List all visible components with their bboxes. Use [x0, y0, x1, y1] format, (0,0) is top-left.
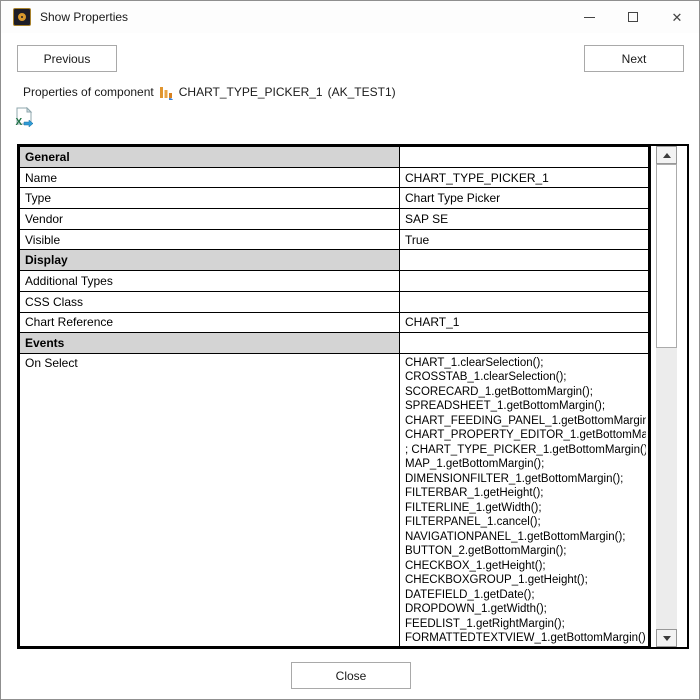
- property-value: CHART_TYPE_PICKER_1: [400, 167, 649, 188]
- header-component-name: CHART_TYPE_PICKER_1: [179, 85, 323, 99]
- code-line: SCORECARD_1.getBottomMargin();: [405, 385, 646, 400]
- header-prefix: Properties of component: [23, 85, 154, 99]
- maximize-button[interactable]: [611, 1, 655, 33]
- property-value: CHART_1: [400, 312, 649, 333]
- next-button[interactable]: Next: [584, 45, 684, 72]
- property-label: Chart Reference: [20, 312, 400, 333]
- code-line: BUTTON_2.getBottomMargin();: [405, 544, 646, 559]
- window-controls: ✕: [567, 1, 699, 33]
- property-label: Name: [20, 167, 400, 188]
- property-row: TypeChart Type Picker: [20, 188, 649, 209]
- property-value: [400, 250, 649, 271]
- header-suffix: (AK_TEST1): [328, 85, 396, 99]
- code-line: DROPDOWN_1.getWidth();: [405, 602, 646, 617]
- previous-button[interactable]: Previous: [17, 45, 117, 72]
- code-line: FILTERPANEL_1.cancel();: [405, 515, 646, 530]
- maximize-icon: [628, 12, 638, 22]
- property-value-script: CHART_1.clearSelection();CROSSTAB_1.clea…: [400, 353, 649, 646]
- properties-table-body: GeneralNameCHART_TYPE_PICKER_1TypeChart …: [20, 147, 649, 647]
- scrollbar-area: [651, 146, 685, 647]
- property-row: VendorSAP SE: [20, 209, 649, 230]
- property-row: VisibleTrue: [20, 229, 649, 250]
- triangle-down-icon: [663, 636, 671, 641]
- code-line: CHECKBOXGROUP_1.getHeight();: [405, 573, 646, 588]
- scroll-up-button[interactable]: [656, 146, 677, 164]
- minimize-button[interactable]: [567, 1, 611, 33]
- code-line: FILTERBAR_1.getHeight();: [405, 486, 646, 501]
- close-button[interactable]: Close: [291, 662, 411, 689]
- code-line: DIMENSIONFILTER_1.getBottomMargin();: [405, 472, 646, 487]
- property-label: Type: [20, 188, 400, 209]
- scroll-down-button[interactable]: [656, 629, 677, 647]
- property-label: On Select: [20, 353, 400, 646]
- property-row: On SelectCHART_1.clearSelection();CROSST…: [20, 353, 649, 646]
- property-label: CSS Class: [20, 291, 400, 312]
- component-header: Properties of component CHART_TYPE_PICKE…: [23, 83, 396, 101]
- code-line: CROSSTAB_1.clearSelection();: [405, 370, 646, 385]
- close-icon: ✕: [672, 11, 683, 24]
- app-logo-icon: [13, 8, 31, 26]
- property-row: CSS Class: [20, 291, 649, 312]
- section-label: General: [20, 147, 400, 168]
- title-bar: Show Properties ✕: [1, 1, 699, 33]
- property-value: True: [400, 229, 649, 250]
- code-line: FILTERLINE_1.getWidth();: [405, 501, 646, 516]
- minimize-icon: [584, 17, 595, 18]
- export-to-excel-icon[interactable]: X: [14, 107, 34, 128]
- property-value: [400, 147, 649, 168]
- property-value: [400, 333, 649, 354]
- scrollbar-track[interactable]: [656, 348, 677, 629]
- code-line: FEEDLIST_1.getRightMargin();: [405, 617, 646, 632]
- property-row: Additional Types: [20, 271, 649, 292]
- property-label: Visible: [20, 229, 400, 250]
- code-line: SPREADSHEET_1.getBottomMargin();: [405, 399, 646, 414]
- code-line: CHART_FEEDING_PANEL_1.getBottomMargin();: [405, 414, 646, 429]
- property-value: Chart Type Picker: [400, 188, 649, 209]
- svg-text:X: X: [16, 117, 23, 128]
- code-line: CHART_PROPERTY_EDITOR_1.getBottomMargin(…: [405, 428, 646, 443]
- code-line: ; CHART_TYPE_PICKER_1.getBottomMargin();: [405, 443, 646, 458]
- section-row: General: [20, 147, 649, 168]
- scrollbar-thumb[interactable]: [656, 164, 677, 348]
- triangle-up-icon: [663, 153, 671, 158]
- property-row: NameCHART_TYPE_PICKER_1: [20, 167, 649, 188]
- code-line: FORMATTEDTEXTVIEW_1.getBottomMargin();: [405, 631, 646, 646]
- properties-table: GeneralNameCHART_TYPE_PICKER_1TypeChart …: [19, 146, 651, 647]
- code-line: NAVIGATIONPANEL_1.getBottomMargin();: [405, 530, 646, 545]
- property-row: Chart ReferenceCHART_1: [20, 312, 649, 333]
- section-label: Display: [20, 250, 400, 271]
- code-line: CHART_1.clearSelection();: [405, 356, 646, 371]
- section-label: Events: [20, 333, 400, 354]
- app-logo-ring: [18, 13, 26, 21]
- code-line: CHECKBOX_1.getHeight();: [405, 559, 646, 574]
- property-value: SAP SE: [400, 209, 649, 230]
- property-value: [400, 291, 649, 312]
- section-row: Events: [20, 333, 649, 354]
- window-title: Show Properties: [40, 10, 128, 24]
- show-properties-dialog: Show Properties ✕ Previous Next Properti…: [0, 0, 700, 700]
- vertical-scrollbar[interactable]: [656, 146, 677, 647]
- property-value: [400, 271, 649, 292]
- property-label: Vendor: [20, 209, 400, 230]
- code-line: MAP_1.getBottomMargin();: [405, 457, 646, 472]
- close-window-button[interactable]: ✕: [655, 1, 699, 33]
- bar-chart-icon: [159, 85, 174, 100]
- properties-panel: GeneralNameCHART_TYPE_PICKER_1TypeChart …: [17, 144, 689, 649]
- code-line: DATEFIELD_1.getDate();: [405, 588, 646, 603]
- property-label: Additional Types: [20, 271, 400, 292]
- section-row: Display: [20, 250, 649, 271]
